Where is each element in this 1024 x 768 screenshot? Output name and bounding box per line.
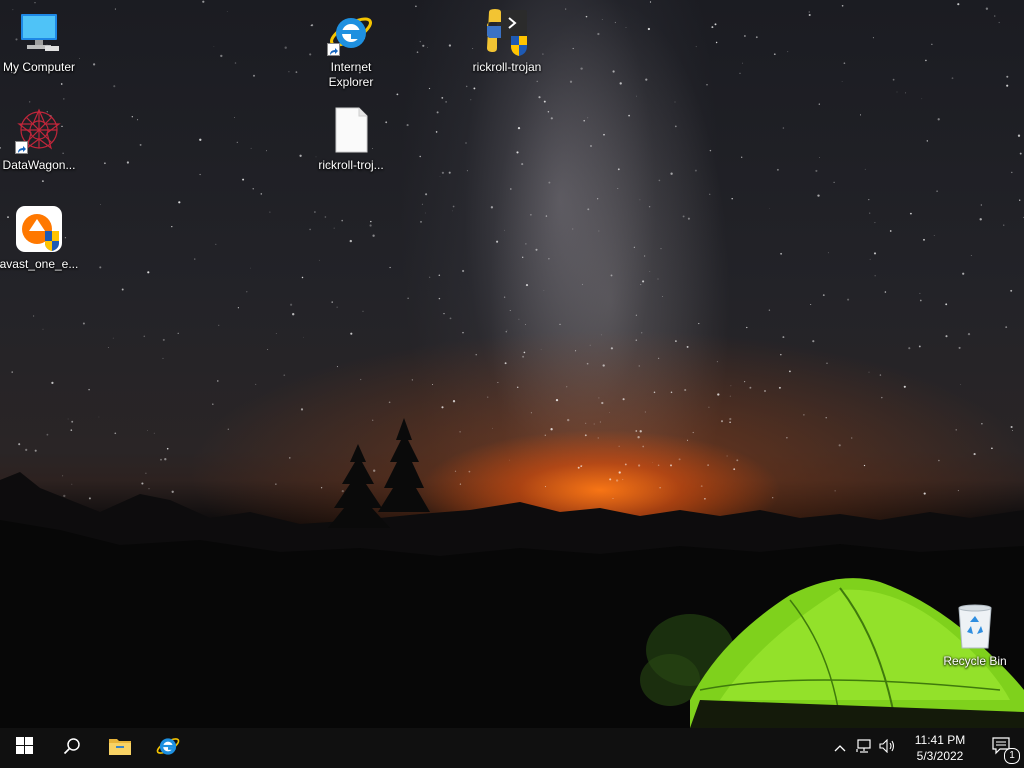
clock-time: 11:41 PM [914,733,966,747]
shortcut-arrow-icon [15,141,28,154]
landscape-silhouette [0,418,1024,728]
avast-icon [15,205,63,253]
datawagon-icon [15,106,63,154]
desktop-icon-my-computer[interactable]: My Computer [0,8,80,75]
desktop-icon-label: DataWagon... [2,158,76,172]
search-icon [63,737,81,760]
volume-button[interactable] [876,728,900,768]
network-icon [856,738,872,758]
action-center-button[interactable]: 1 [980,728,1024,768]
desktop-icon-internet-explorer[interactable]: Internet Explorer [310,8,392,90]
clock-date: 5/3/2022 [916,749,964,763]
desktop-icon-datawagon[interactable]: DataWagon... [0,106,80,173]
desktop-icon-recycle-bin[interactable]: Recycle Bin [934,602,1016,669]
python-installer-icon [483,8,531,56]
desktop-wallpaper [0,0,1024,728]
taskbar: 11:41 PM 5/3/2022 1 [0,728,1024,768]
notification-count-badge: 1 [1004,748,1020,764]
desktop-icon-label: rickroll-troj... [318,158,384,172]
desktop-icon-avast[interactable]: avast_one_e... [0,205,80,272]
network-status-button[interactable] [852,728,876,768]
shortcut-arrow-icon [327,43,340,56]
desktop-icon-label: My Computer [2,60,76,74]
folder-icon [108,736,132,761]
blank-file-icon [327,106,375,154]
desktop-icon-label: avast_one_e... [0,257,79,271]
taskbar-internet-explorer[interactable] [144,728,192,768]
internet-explorer-icon [327,8,375,56]
system-tray: 11:41 PM 5/3/2022 1 [828,728,1024,768]
desktop-icon-label: rickroll-trojan [472,60,542,74]
show-hidden-icons-button[interactable] [828,728,852,768]
search-button[interactable] [48,728,96,768]
volume-icon [879,738,897,758]
desktop-icon-label: Recycle Bin [943,654,1007,668]
desktop-icon-rickroll-file[interactable]: rickroll-troj... [310,106,392,173]
windows-logo-icon [15,737,33,759]
computer-icon [15,8,63,56]
recycle-bin-icon [951,602,999,650]
internet-explorer-icon [155,733,181,764]
taskbar-file-explorer[interactable] [96,728,144,768]
chevron-up-icon [834,739,846,757]
start-button[interactable] [0,728,48,768]
taskbar-clock[interactable]: 11:41 PM 5/3/2022 [900,732,980,764]
desktop-icon-label: Internet Explorer [328,60,374,89]
desktop-icon-rickroll-trojan[interactable]: rickroll-trojan [466,8,548,75]
